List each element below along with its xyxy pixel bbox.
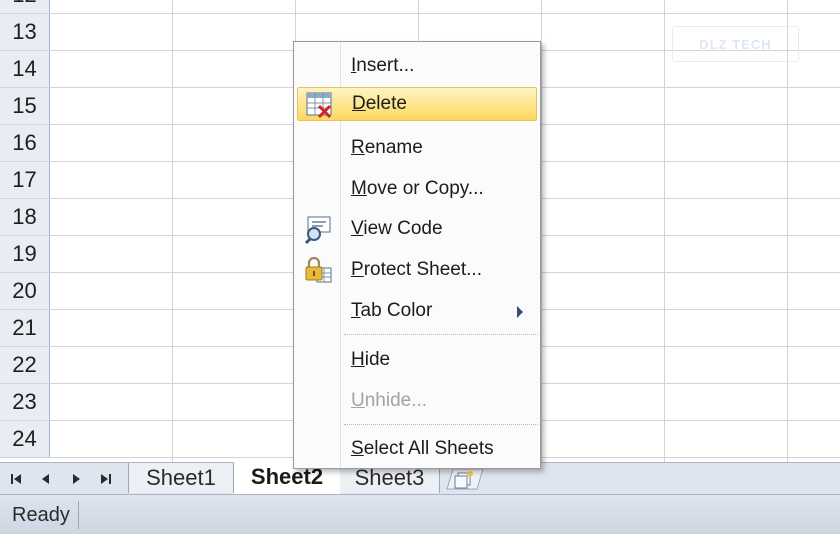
- delete-sheet-icon: [304, 90, 334, 120]
- view-code-icon: [303, 214, 333, 245]
- menu-item-delete[interactable]: Delete: [297, 87, 537, 121]
- grid-row[interactable]: 12: [0, 0, 840, 14]
- status-divider: [78, 501, 79, 529]
- row-header[interactable]: 21: [0, 310, 50, 346]
- menu-item-hide[interactable]: Hide: [297, 343, 537, 377]
- row-header[interactable]: 22: [0, 347, 50, 383]
- menu-item-label: Tab Color: [351, 300, 433, 321]
- prev-sheet-icon[interactable]: [34, 469, 58, 489]
- row-header[interactable]: 18: [0, 199, 50, 235]
- status-bar: Ready: [0, 494, 840, 534]
- menu-item-label: Delete: [352, 93, 407, 114]
- menu-item-label: Protect Sheet...: [351, 259, 482, 280]
- menu-item-unhide: Unhide...: [297, 384, 537, 418]
- row-header[interactable]: 13: [0, 14, 50, 50]
- row-header[interactable]: 19: [0, 236, 50, 272]
- menu-item-label: Move or Copy...: [351, 178, 484, 199]
- menu-item-rename[interactable]: Rename: [297, 131, 537, 165]
- menu-item-protect-sheet[interactable]: Protect Sheet...: [297, 253, 537, 287]
- menu-item-label: Insert...: [351, 55, 415, 76]
- sheet-tab-sheet1[interactable]: Sheet1: [128, 463, 234, 493]
- status-text: Ready: [12, 504, 70, 526]
- menu-separator: [344, 334, 538, 335]
- row-header[interactable]: 24: [0, 421, 50, 457]
- menu-separator: [344, 424, 538, 425]
- menu-item-label: Select All Sheets: [351, 438, 494, 459]
- row-header[interactable]: 16: [0, 125, 50, 161]
- row-header[interactable]: 23: [0, 384, 50, 420]
- row-header[interactable]: 20: [0, 273, 50, 309]
- menu-item-label: Unhide...: [351, 390, 428, 411]
- row-header[interactable]: 12: [0, 0, 50, 13]
- row-header[interactable]: 14: [0, 51, 50, 87]
- menu-item-tab-color[interactable]: Tab Color: [297, 294, 537, 328]
- menu-item-label: View Code: [351, 218, 443, 239]
- menu-item-label: Hide: [351, 349, 391, 370]
- insert-sheet-icon[interactable]: [445, 467, 485, 491]
- menu-item-label: Rename: [351, 137, 423, 158]
- last-sheet-icon[interactable]: [94, 469, 118, 489]
- sheet-tab-context-menu: Insert... Delete Rename Move or Copy...: [293, 41, 541, 469]
- menu-item-move-or-copy[interactable]: Move or Copy...: [297, 172, 537, 206]
- submenu-arrow-icon: [517, 306, 523, 318]
- menu-item-insert[interactable]: Insert...: [297, 49, 537, 83]
- menu-item-view-code[interactable]: View Code: [297, 212, 537, 246]
- menu-item-select-all-sheets[interactable]: Select All Sheets: [297, 432, 537, 466]
- next-sheet-icon[interactable]: [64, 469, 88, 489]
- row-header[interactable]: 15: [0, 88, 50, 124]
- row-header[interactable]: 17: [0, 162, 50, 198]
- watermark-logo: DLZ TECH: [672, 26, 799, 62]
- protect-sheet-icon: [303, 255, 333, 285]
- first-sheet-icon[interactable]: [4, 469, 28, 489]
